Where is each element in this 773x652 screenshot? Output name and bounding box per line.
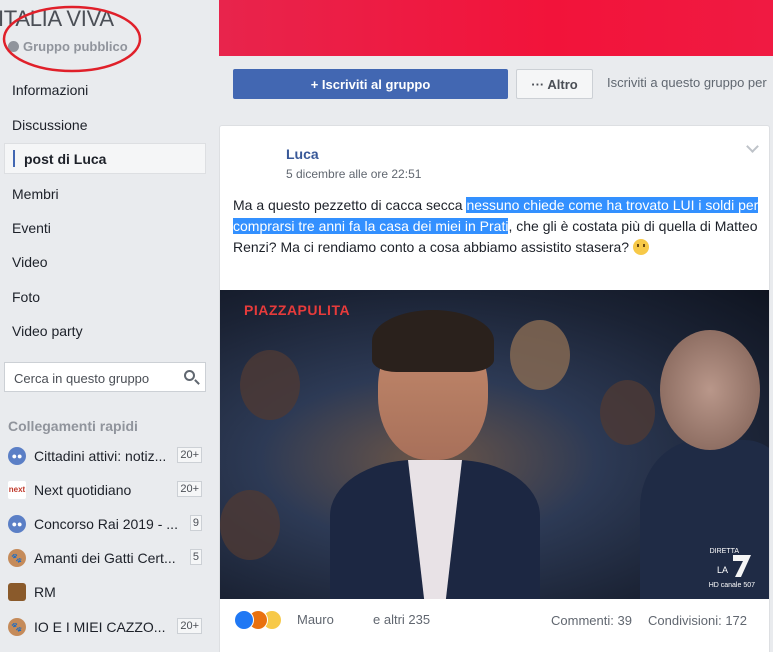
chevron-down-icon[interactable] bbox=[746, 140, 759, 153]
search-icon[interactable] bbox=[184, 370, 195, 381]
quick-link-label: Cittadini attivi: notiz... bbox=[34, 448, 167, 464]
paw-icon: 🐾 bbox=[8, 618, 26, 636]
post-author[interactable]: Luca bbox=[286, 146, 319, 162]
cover-photo bbox=[219, 0, 773, 56]
nav-item-discussione[interactable]: Discussione bbox=[12, 117, 87, 133]
shares-count[interactable]: Condivisioni: 172 bbox=[648, 613, 747, 628]
nav-item-foto[interactable]: Foto bbox=[12, 289, 40, 305]
interviewer-head bbox=[660, 330, 760, 450]
quick-link-item[interactable]: 🐾 IO E I MIEI CAZZO... 20+ bbox=[8, 616, 208, 640]
next-logo-icon: next bbox=[8, 481, 26, 499]
speaker-hair bbox=[372, 310, 494, 372]
quick-link-badge: 5 bbox=[189, 549, 202, 565]
group-icon: ●● bbox=[8, 515, 26, 533]
post-timestamp[interactable]: 5 dicembre alle ore 22:51 bbox=[286, 167, 421, 181]
quick-link-item[interactable]: RM bbox=[8, 581, 208, 605]
search-input[interactable] bbox=[12, 370, 176, 387]
audience-person bbox=[240, 350, 300, 420]
reactions-others[interactable]: e altri 235 bbox=[373, 612, 430, 627]
group-type-text: Gruppo pubblico bbox=[23, 39, 128, 54]
quick-link-badge: 20+ bbox=[177, 618, 202, 634]
worried-face-icon bbox=[632, 239, 649, 255]
join-hint-text: Iscriviti a questo gruppo per bbox=[607, 75, 767, 90]
quick-link-label: Amanti dei Gatti Cert... bbox=[34, 550, 176, 566]
svg-text:LA: LA bbox=[717, 565, 728, 575]
quick-link-item[interactable]: ●● Concorso Rai 2019 - ... 9 bbox=[8, 513, 208, 537]
la7-logo-icon: LA bbox=[717, 555, 751, 577]
group-privacy-label: Gruppo pubblico bbox=[8, 39, 128, 54]
post-text: Ma a questo pezzetto di cacca secca ness… bbox=[233, 195, 759, 258]
post-text-start: Ma a questo pezzetto di cacca secca bbox=[233, 197, 467, 213]
post-video[interactable]: PIAZZAPULITA DIRETTA LA HD canale 507 bbox=[220, 290, 769, 599]
nav-item-video[interactable]: Video bbox=[12, 254, 48, 270]
reactor-name[interactable]: Mauro bbox=[297, 612, 334, 627]
nav-item-membri[interactable]: Membri bbox=[12, 186, 59, 202]
quick-link-item[interactable]: 🐾 Amanti dei Gatti Cert... 5 bbox=[8, 547, 208, 571]
paw-icon: 🐾 bbox=[8, 549, 26, 567]
channel-label: HD canale 507 bbox=[708, 582, 755, 589]
more-options-button[interactable]: ··· Altro bbox=[516, 69, 593, 99]
quick-links-title: Collegamenti rapidi bbox=[8, 418, 138, 434]
video-speaker bbox=[330, 310, 540, 599]
quick-link-label: Concorso Rai 2019 - ... bbox=[34, 516, 178, 532]
group-icon: ●● bbox=[8, 447, 26, 465]
quick-link-item[interactable]: next Next quotidiano 20+ bbox=[8, 479, 208, 503]
audience-person bbox=[220, 490, 280, 560]
quick-link-badge: 9 bbox=[189, 515, 202, 531]
globe-icon bbox=[8, 41, 19, 52]
nav-item-label: post di Luca bbox=[24, 151, 107, 167]
active-indicator bbox=[13, 150, 15, 167]
nav-item-video-party[interactable]: Video party bbox=[12, 323, 83, 339]
reaction-icons[interactable] bbox=[234, 610, 294, 630]
group-title[interactable]: ITALIA VIVA bbox=[0, 6, 114, 32]
quick-link-item[interactable]: ●● Cittadini attivi: notiz... 20+ bbox=[8, 445, 208, 469]
comments-count[interactable]: Commenti: 39 bbox=[551, 613, 632, 628]
sidebar: ITALIA VIVA Gruppo pubblico Informazioni… bbox=[0, 0, 218, 652]
quick-link-label: IO E I MIEI CAZZO... bbox=[34, 619, 166, 635]
nav-item-post-di-luca[interactable]: post di Luca bbox=[4, 143, 206, 174]
quick-link-label: RM bbox=[34, 584, 56, 600]
nav-item-informazioni[interactable]: Informazioni bbox=[12, 82, 88, 98]
post-card: Luca 5 dicembre alle ore 22:51 Ma a ques… bbox=[219, 125, 770, 652]
show-title-overlay: PIAZZAPULITA bbox=[244, 302, 351, 318]
briefcase-icon bbox=[8, 583, 26, 601]
quick-link-badge: 20+ bbox=[177, 481, 202, 497]
like-icon bbox=[234, 610, 254, 630]
group-search bbox=[4, 362, 206, 392]
quick-link-badge: 20+ bbox=[177, 447, 202, 463]
join-group-button[interactable]: + Iscriviti al gruppo bbox=[233, 69, 508, 99]
quick-link-label: Next quotidiano bbox=[34, 482, 132, 498]
nav-item-eventi[interactable]: Eventi bbox=[12, 220, 51, 236]
